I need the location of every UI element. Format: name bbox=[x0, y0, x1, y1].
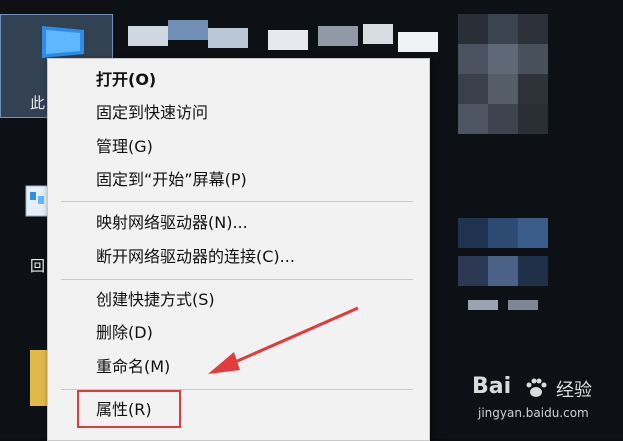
watermark-brand: Bai bbox=[472, 374, 512, 399]
menu-separator bbox=[61, 279, 413, 280]
menu-item-disconnect-network-drive[interactable]: 断开网络驱动器的连接(C)... bbox=[96, 247, 295, 267]
menu-item-map-network-drive[interactable]: 映射网络驱动器(N)... bbox=[96, 213, 248, 233]
paw-icon bbox=[526, 378, 547, 397]
blurred-desktop-icons-top bbox=[118, 20, 448, 60]
watermark-url: jingyan.baidu.com bbox=[478, 406, 589, 420]
watermark-site-name: 经验 bbox=[556, 380, 592, 401]
menu-item-rename[interactable]: 重命名(M) bbox=[96, 357, 170, 377]
this-pc-label: 此 bbox=[30, 94, 46, 112]
recycle-bin-label: 回 bbox=[30, 257, 46, 275]
properties-highlight-box bbox=[77, 390, 181, 428]
menu-item-pin-start[interactable]: 固定到“开始”屏幕(P) bbox=[96, 170, 247, 190]
menu-item-pin-quick-access[interactable]: 固定到快速访问 bbox=[96, 103, 208, 123]
menu-separator bbox=[61, 201, 413, 202]
monitor-icon bbox=[42, 26, 84, 58]
menu-item-delete[interactable]: 删除(D) bbox=[96, 323, 153, 343]
red-arrow-icon bbox=[208, 306, 359, 374]
menu-item-create-shortcut[interactable]: 创建快捷方式(S) bbox=[96, 290, 215, 310]
menu-item-open[interactable]: 打开(O) bbox=[96, 70, 156, 90]
menu-item-manage[interactable]: 管理(G) bbox=[96, 137, 153, 157]
watermark: Bai 经验 jingyan.baidu.com bbox=[468, 370, 618, 430]
